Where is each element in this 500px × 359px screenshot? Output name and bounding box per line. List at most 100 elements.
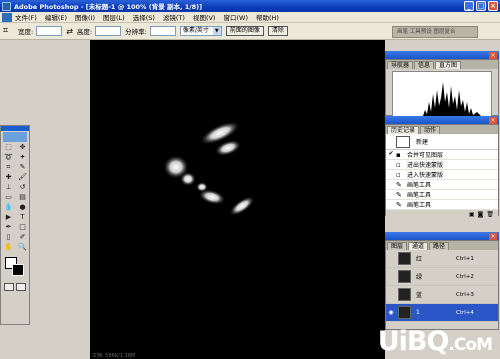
menu-select[interactable]: 选择(S) bbox=[133, 12, 155, 22]
menu-file[interactable]: 文件(F) bbox=[15, 12, 37, 22]
channel-row-alpha[interactable]: ◉ 1 Ctrl+4 bbox=[386, 304, 498, 322]
gradient-tool-icon[interactable]: ▤ bbox=[16, 193, 29, 202]
menu-layer[interactable]: 图层(L) bbox=[103, 12, 125, 22]
channels-tabs: 图层 通道 路径 bbox=[386, 241, 498, 250]
palette-well[interactable]: 画笔 工具预设 图层复合 bbox=[392, 26, 478, 38]
quick-mask-icon[interactable] bbox=[16, 283, 26, 291]
channel-row-green[interactable]: 绿 Ctrl+2 bbox=[386, 268, 498, 286]
tab-actions[interactable]: 动作 bbox=[420, 126, 441, 134]
history-brush-icon[interactable]: ↺ bbox=[16, 183, 29, 192]
clear-button[interactable]: 清除 bbox=[267, 26, 288, 36]
history-snapshot[interactable]: 新建 bbox=[386, 134, 498, 150]
shape-tool-icon[interactable]: □ bbox=[16, 223, 29, 232]
document-icon[interactable] bbox=[2, 12, 12, 22]
history-item[interactable]: ✎ 画笔工具 bbox=[386, 180, 498, 190]
type-tool-icon[interactable]: T bbox=[16, 213, 29, 222]
status-text: 文档: 586K/1.38M bbox=[92, 353, 136, 359]
history-footer: ▣ ◙ 🗑 bbox=[386, 210, 498, 219]
move-tool-icon[interactable]: ✥ bbox=[16, 143, 29, 152]
tab-layers[interactable]: 图层 bbox=[387, 242, 408, 250]
blur-tool-icon[interactable]: 💧 bbox=[2, 203, 15, 212]
swap-icon[interactable]: ⇄ bbox=[66, 27, 73, 36]
channels-palette-titlebar[interactable] bbox=[385, 232, 499, 240]
lasso-tool-icon[interactable]: ➰ bbox=[2, 153, 15, 162]
menu-window[interactable]: 窗口(W) bbox=[223, 12, 248, 22]
menu-help[interactable]: 帮助(H) bbox=[256, 12, 279, 22]
path-select-icon[interactable]: ▶ bbox=[2, 213, 15, 222]
height-label: 高度: bbox=[76, 28, 93, 36]
tab-navigator[interactable]: 导航器 bbox=[387, 61, 414, 69]
new-document-icon[interactable]: ▣ bbox=[469, 211, 475, 218]
history-item-label: 进入快速蒙版 bbox=[407, 172, 444, 179]
navigator-palette-titlebar[interactable] bbox=[385, 51, 499, 59]
channel-name: 红 bbox=[416, 256, 423, 263]
snapshot-icon[interactable]: ◙ bbox=[478, 211, 484, 218]
close-icon[interactable]: × bbox=[489, 52, 497, 59]
tab-paths[interactable]: 路径 bbox=[429, 242, 450, 250]
tab-histogram[interactable]: 直方图 bbox=[435, 61, 462, 69]
history-palette: × 历史记录 动作 新建 ✔ ▪ 合并可见图层 ▫ 进出快速蒙版 ▫ 进入快速蒙… bbox=[385, 117, 499, 219]
close-icon[interactable]: × bbox=[489, 233, 497, 240]
history-item[interactable]: ✎ 画笔工具 bbox=[386, 190, 498, 200]
height-input[interactable] bbox=[95, 26, 122, 36]
zoom-tool-icon[interactable]: 🔍 bbox=[16, 243, 29, 252]
history-item-label: 画笔工具 bbox=[407, 192, 432, 199]
maximize-icon[interactable]: □ bbox=[476, 1, 486, 11]
mask-icon: ▫ bbox=[396, 170, 401, 179]
history-palette-titlebar[interactable] bbox=[385, 116, 499, 124]
pen-tool-icon[interactable]: ✒ bbox=[2, 223, 15, 232]
channel-row-blue[interactable]: 蓝 Ctrl+3 bbox=[386, 286, 498, 304]
front-image-button[interactable]: 前面的图像 bbox=[225, 26, 264, 36]
width-input[interactable] bbox=[36, 26, 63, 36]
notes-tool-icon[interactable]: ▯ bbox=[2, 233, 15, 242]
crop-tool-icon[interactable]: ⌗ bbox=[3, 25, 15, 37]
close-icon[interactable]: × bbox=[488, 1, 498, 11]
history-item-label: 画笔工具 bbox=[407, 202, 432, 209]
menu-edit[interactable]: 编辑(E) bbox=[45, 12, 67, 22]
history-item[interactable]: ✔ ▪ 合并可见图层 bbox=[386, 150, 498, 160]
brush-tool-icon[interactable]: 🖌 bbox=[16, 173, 29, 182]
snapshot-thumbnail bbox=[396, 135, 410, 148]
tab-channels[interactable]: 通道 bbox=[408, 242, 429, 250]
tool-grid: ⬚ ✥ ➰ ✦ ⌗ ✎ ✚ 🖌 ⊥ ↺ ▭ ▤ 💧 ● ▶ T ✒ □ ▯ ✐ … bbox=[1, 143, 29, 252]
history-item[interactable]: ▫ 进出快速蒙版 bbox=[386, 160, 498, 170]
photoshop-logo-icon[interactable] bbox=[3, 132, 27, 142]
menu-view[interactable]: 视图(V) bbox=[193, 12, 216, 22]
channel-thumbnail bbox=[398, 306, 411, 319]
minimize-icon[interactable]: _ bbox=[464, 1, 474, 11]
history-item[interactable]: ▫ 进入快速蒙版 bbox=[386, 170, 498, 180]
menu-image[interactable]: 图像(I) bbox=[75, 12, 95, 22]
hand-tool-icon[interactable]: ✋ bbox=[2, 243, 15, 252]
color-swatches bbox=[1, 255, 29, 281]
magic-wand-icon[interactable]: ✦ bbox=[16, 153, 29, 162]
history-tabs: 历史记录 动作 bbox=[386, 125, 498, 134]
histogram-palette: × 导航器 信息 直方图 bbox=[385, 52, 499, 117]
marquee-tool-icon[interactable]: ⬚ bbox=[2, 143, 15, 152]
width-label: 宽度: bbox=[18, 28, 34, 36]
trash-icon[interactable]: 🗑 bbox=[486, 211, 494, 218]
tab-history[interactable]: 历史记录 bbox=[387, 126, 420, 134]
history-item[interactable]: ✎ 画笔工具 bbox=[386, 200, 498, 210]
crop-tool-icon[interactable]: ⌗ bbox=[2, 163, 15, 172]
close-icon[interactable]: × bbox=[489, 117, 497, 124]
resolution-label: 分辨率: bbox=[125, 28, 147, 36]
photoshop-app-icon bbox=[2, 1, 11, 11]
standard-mode-icon[interactable] bbox=[4, 283, 14, 291]
eye-icon[interactable]: ◉ bbox=[386, 309, 396, 316]
channel-row-red[interactable]: 红 Ctrl+1 bbox=[386, 250, 498, 268]
resolution-input[interactable] bbox=[149, 26, 176, 36]
history-source-icon[interactable]: ✔ bbox=[386, 150, 396, 160]
window-title: Adobe Photoshop - [未标题-1 @ 100% (背景 副本, … bbox=[14, 3, 203, 11]
healing-brush-icon[interactable]: ✚ bbox=[2, 173, 15, 182]
tab-info[interactable]: 信息 bbox=[414, 61, 435, 69]
unit-select[interactable]: 像素/英寸 ▼ bbox=[179, 26, 222, 36]
background-color[interactable] bbox=[12, 264, 24, 276]
stamp-tool-icon[interactable]: ⊥ bbox=[2, 183, 15, 192]
document-canvas[interactable] bbox=[90, 40, 385, 359]
eraser-tool-icon[interactable]: ▭ bbox=[2, 193, 15, 202]
slice-tool-icon[interactable]: ✎ bbox=[16, 163, 29, 172]
dodge-tool-icon[interactable]: ● bbox=[16, 203, 29, 212]
menu-filter[interactable]: 滤镜(T) bbox=[163, 12, 185, 22]
eyedropper-icon[interactable]: ✐ bbox=[16, 233, 29, 242]
chevron-down-icon: ▼ bbox=[212, 27, 221, 35]
